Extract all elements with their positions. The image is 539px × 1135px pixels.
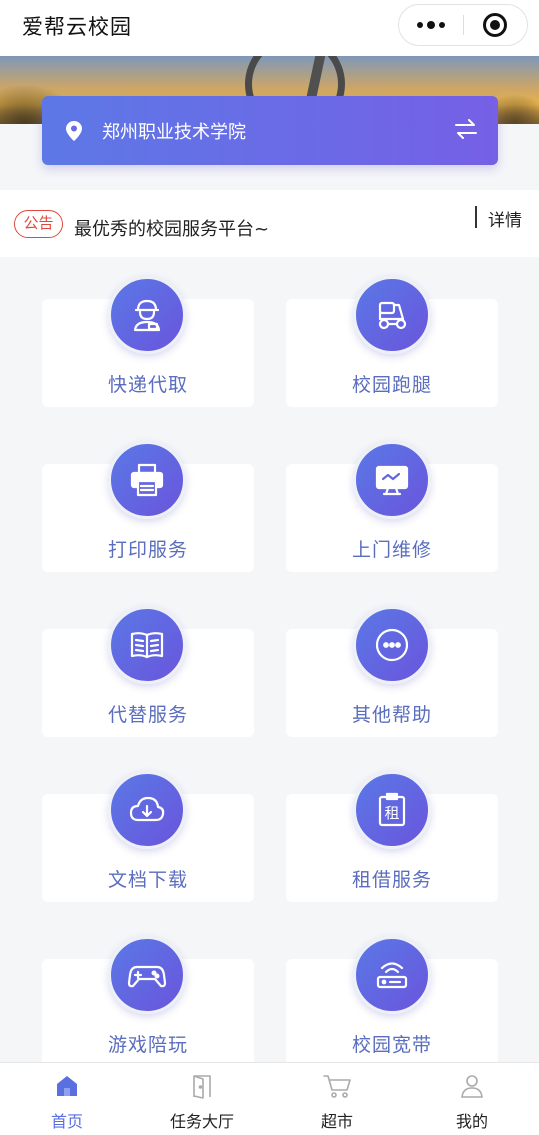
service-label: 打印服务 — [107, 539, 188, 561]
more-menu-icon[interactable] — [399, 5, 463, 45]
service-label: 游戏陪玩 — [107, 1034, 188, 1056]
user-icon — [461, 1075, 483, 1098]
courier-icon[interactable] — [108, 276, 186, 354]
home-icon — [57, 1076, 77, 1096]
tab-home[interactable]: 首页 — [0, 1063, 134, 1135]
notice-bar: 公告 最优秀的校园服务平台~ 详情 — [0, 190, 539, 257]
top-navigation-bar: 爱帮云校园 — [0, 0, 539, 56]
switch-arrows-icon[interactable] — [454, 119, 478, 139]
notice-divider — [475, 206, 477, 228]
service-label: 代替服务 — [107, 704, 188, 726]
service-label: 快递代取 — [107, 374, 188, 396]
campus-name: 郑州职业技术学院 — [102, 122, 246, 143]
tab-label: 首页 — [50, 1112, 83, 1131]
gamepad-icon[interactable] — [108, 936, 186, 1014]
tab-label: 我的 — [455, 1112, 488, 1131]
printer-icon[interactable] — [108, 441, 186, 519]
notice-text: 最优秀的校园服务平台~ — [74, 219, 270, 240]
router-icon[interactable] — [353, 936, 431, 1014]
service-label: 上门维修 — [351, 539, 432, 561]
service-label: 租借服务 — [351, 869, 432, 891]
door-icon — [193, 1075, 211, 1099]
rent-clipboard-icon[interactable]: 租 — [353, 771, 431, 849]
campus-selector[interactable]: 郑州职业技术学院 — [42, 96, 498, 165]
tab-mine[interactable]: 我的 — [405, 1063, 539, 1135]
location-pin-icon — [66, 121, 82, 141]
service-label: 文档下载 — [107, 869, 188, 891]
cart-icon — [323, 1075, 351, 1098]
service-label: 其他帮助 — [351, 704, 432, 726]
tab-task-hall[interactable]: 任务大厅 — [135, 1063, 269, 1135]
service-label: 校园跑腿 — [351, 374, 432, 396]
close-target-icon[interactable] — [483, 13, 507, 37]
cloud-download-icon[interactable] — [108, 771, 186, 849]
more-circle-icon[interactable] — [353, 606, 431, 684]
service-label: 校园宽带 — [351, 1034, 432, 1056]
tab-label: 超市 — [320, 1112, 353, 1131]
app-title: 爱帮云校园 — [22, 15, 132, 39]
tab-label: 任务大厅 — [169, 1112, 234, 1131]
book-icon[interactable] — [108, 606, 186, 684]
notice-detail-link[interactable]: 详情 — [488, 206, 522, 231]
capsule-divider — [463, 15, 464, 35]
tab-supermarket[interactable]: 超市 — [270, 1063, 404, 1135]
mini-program-capsule — [398, 4, 528, 46]
scooter-icon[interactable] — [353, 276, 431, 354]
notice-tag: 公告 — [14, 210, 63, 238]
bottom-tab-bar: 首页 任务大厅 超市 我的 — [0, 1062, 539, 1135]
rent-glyph: 租 — [384, 804, 399, 822]
monitor-icon[interactable] — [353, 441, 431, 519]
